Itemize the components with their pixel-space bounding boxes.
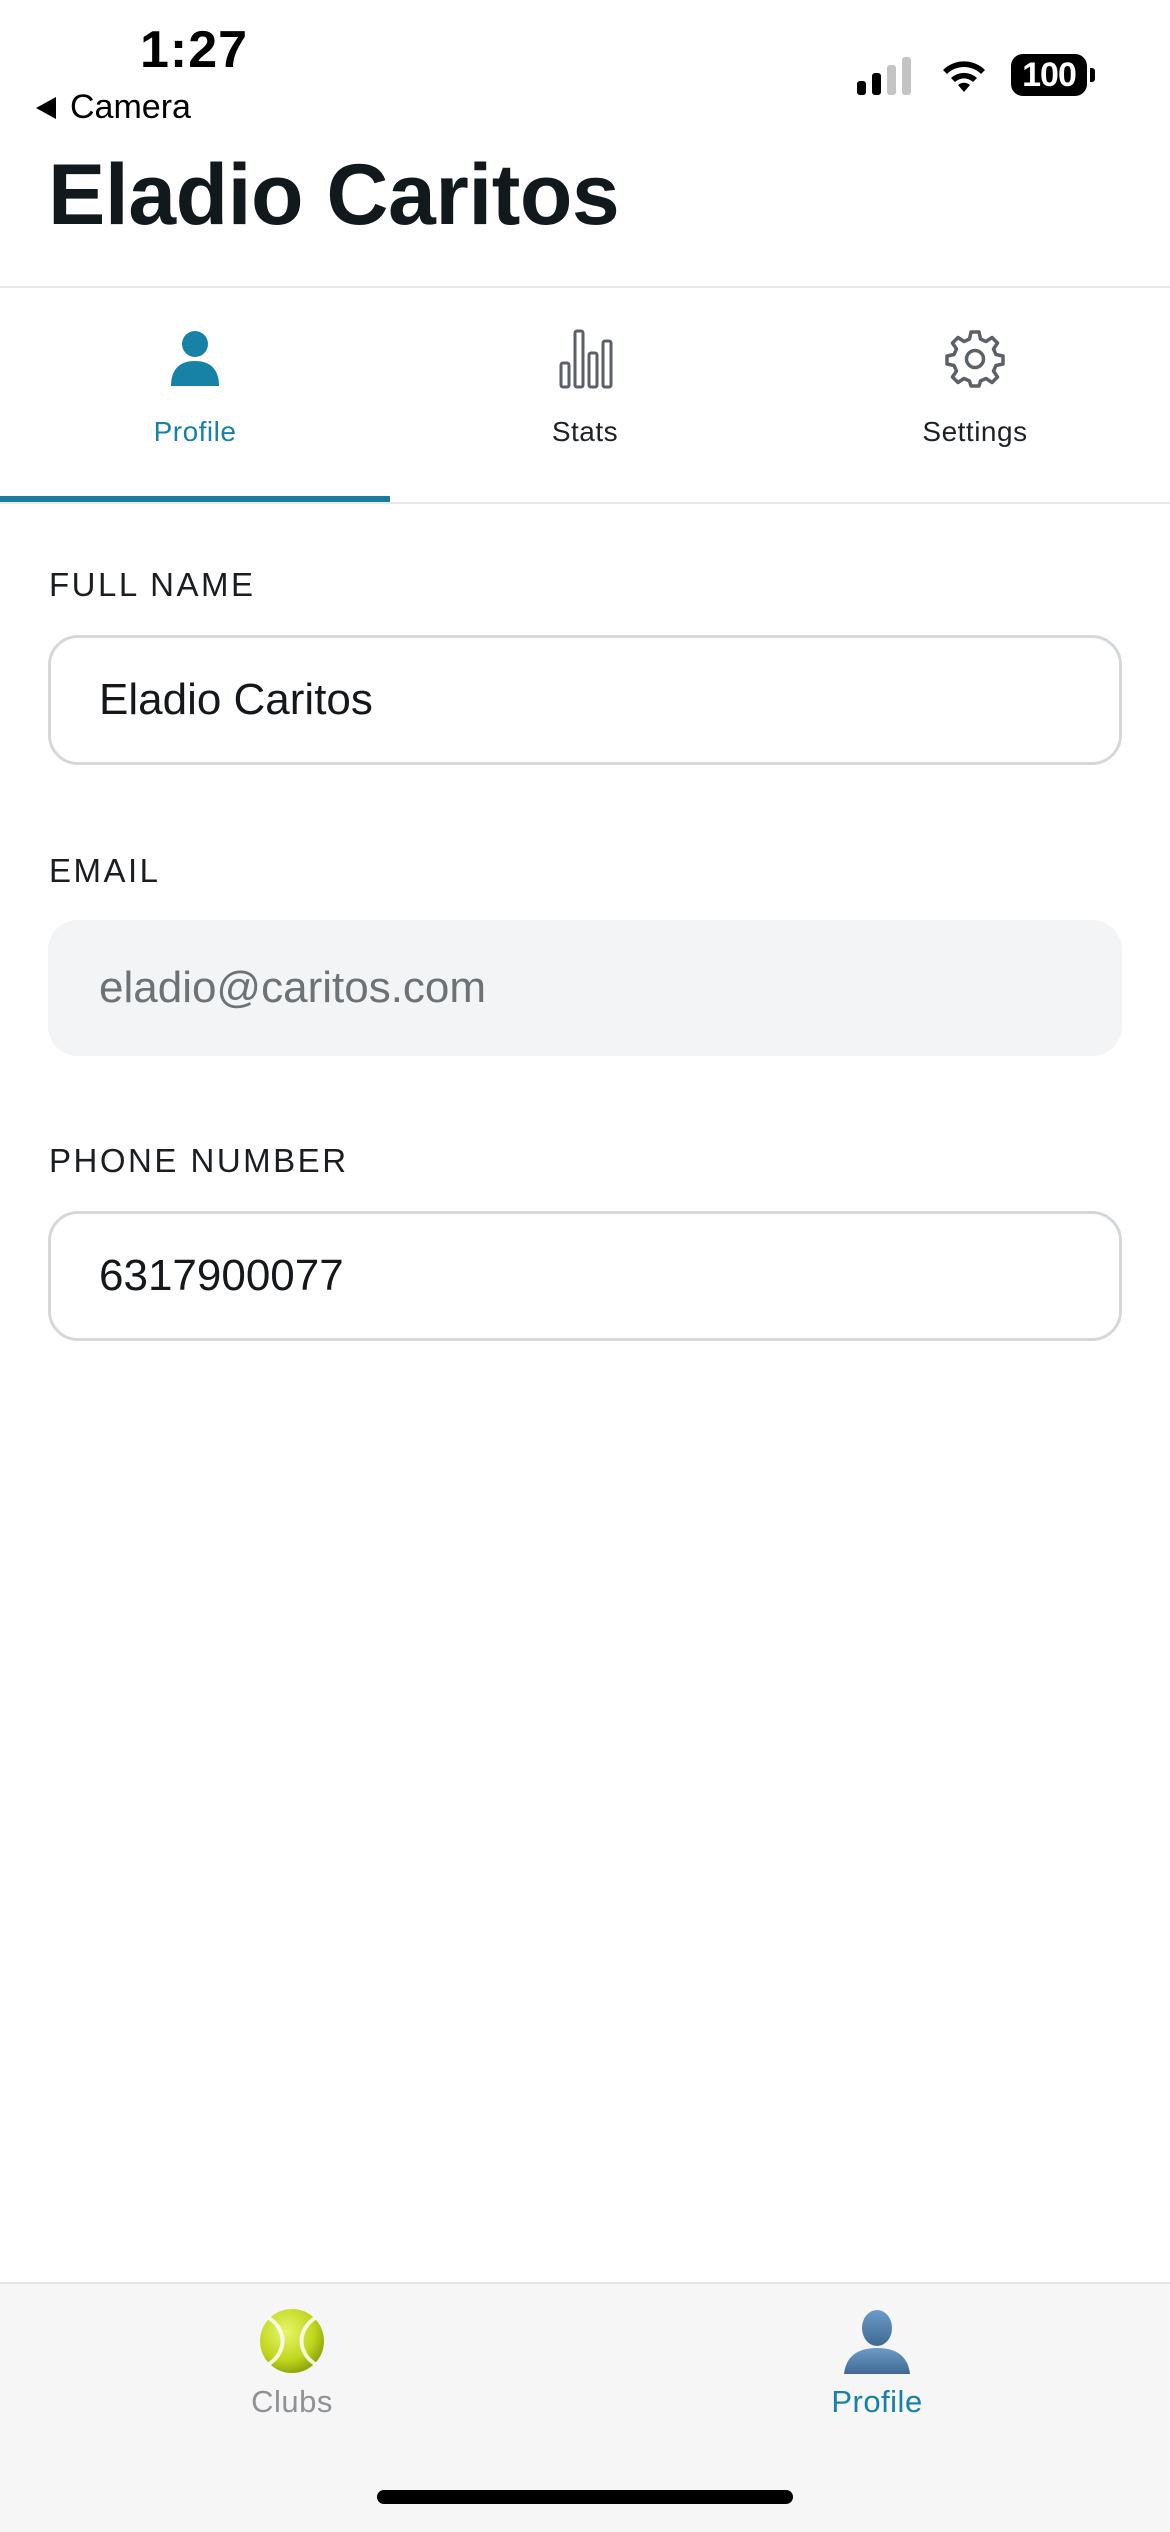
tab-profile-label: Profile [153, 416, 237, 447]
page-title: Eladio Caritos [48, 147, 620, 243]
bottom-tab-clubs-label: Clubs [251, 2384, 333, 2419]
tab-settings[interactable]: Settings [780, 288, 1170, 502]
profile-tab-bar: Profile Stats Settings [0, 288, 1170, 502]
battery-level: 100 [1011, 54, 1087, 96]
bottom-tab-profile-label: Profile [831, 2384, 923, 2419]
bottom-tab-profile[interactable]: Profile [727, 2306, 1027, 2420]
status-indicators: 100 [857, 54, 1095, 96]
full-name-input[interactable] [48, 635, 1122, 765]
tab-stats[interactable]: Stats [390, 288, 780, 502]
gear-icon [943, 326, 1007, 390]
email-field [48, 920, 1122, 1056]
phone-number-input[interactable] [48, 1211, 1122, 1341]
full-name-label: FULL NAME [49, 566, 256, 603]
home-indicator [377, 2490, 793, 2504]
bottom-tab-clubs[interactable]: Clubs [142, 2306, 442, 2420]
person-silhouette-icon [844, 2310, 910, 2374]
person-icon [163, 326, 227, 390]
email-label: EMAIL [49, 852, 161, 889]
bar-chart-icon [553, 326, 617, 390]
cellular-signal-icon [857, 55, 917, 95]
phone-number-label: PHONE NUMBER [49, 1142, 349, 1179]
tab-settings-label: Settings [922, 416, 1028, 447]
tab-profile[interactable]: Profile [0, 288, 390, 502]
tennis-ball-icon [260, 2309, 324, 2373]
back-link-label: Camera [70, 88, 191, 126]
status-time: 1:27 [140, 21, 249, 79]
tabs-divider [0, 502, 1170, 504]
tab-stats-label: Stats [551, 416, 619, 447]
wifi-icon [943, 61, 985, 92]
back-to-camera-link[interactable]: Camera [36, 88, 191, 127]
back-triangle-icon [36, 96, 56, 119]
battery-icon: 100 [1011, 54, 1095, 96]
